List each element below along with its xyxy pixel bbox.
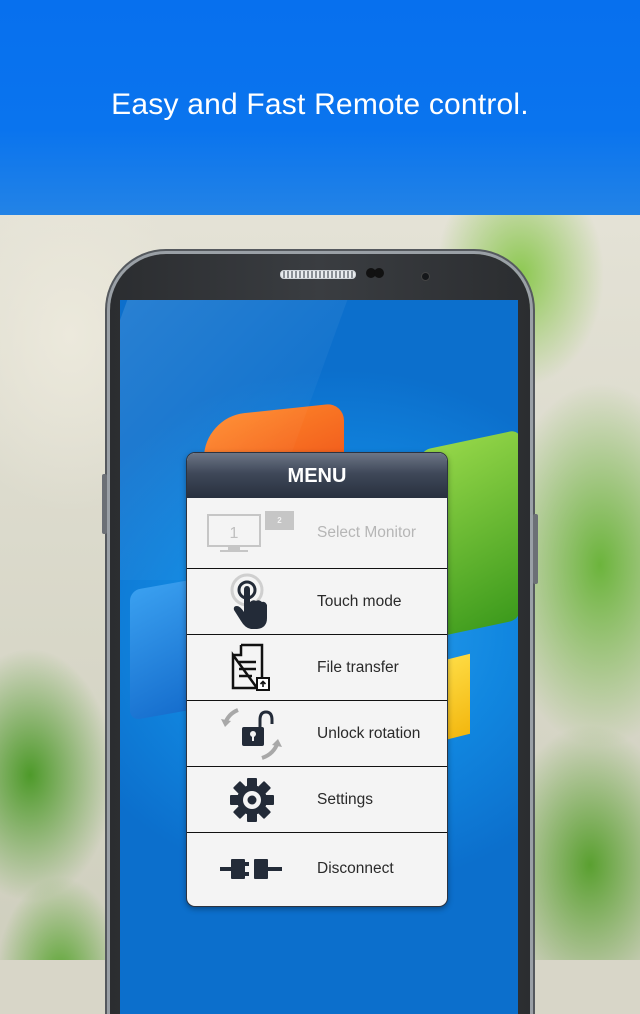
remote-menu: MENU 1 2 Select Monitor Touch mode File …: [186, 452, 448, 907]
banner-title: Easy and Fast Remote control.: [111, 88, 529, 121]
menu-item-label: Disconnect: [317, 860, 394, 877]
gear-icon: [187, 767, 317, 832]
phone-speaker: [280, 270, 356, 279]
menu-item-label: Touch mode: [317, 592, 402, 610]
menu-item-select-monitor[interactable]: 1 2 Select Monitor: [187, 498, 447, 568]
promo-banner: Easy and Fast Remote control.: [0, 0, 640, 215]
menu-item-settings[interactable]: Settings: [187, 766, 447, 832]
phone-sensor: [374, 268, 384, 278]
menu-item-label: Unlock rotation: [317, 724, 421, 742]
phone-side-button: [533, 514, 538, 584]
menu-item-label: Settings: [317, 790, 374, 808]
phone-camera: [421, 272, 430, 281]
monitor-secondary-number: 2: [277, 516, 282, 525]
menu-item-disconnect[interactable]: Disconnect: [187, 832, 447, 905]
menu-item-label: File transfer: [317, 658, 399, 676]
menu-item-unlock-rotation[interactable]: Unlock rotation: [187, 700, 447, 766]
menu-item-label: Select Monitor: [317, 524, 417, 541]
menu-item-file-transfer[interactable]: File transfer: [187, 634, 447, 700]
phone-side-button: [102, 474, 107, 534]
unlock-rotation-icon: [187, 701, 317, 766]
monitor-primary-number: 1: [230, 525, 239, 542]
touch-hand-icon: [187, 569, 317, 634]
menu-title: MENU: [187, 453, 447, 498]
menu-item-touch-mode[interactable]: Touch mode: [187, 568, 447, 634]
file-transfer-icon: [187, 635, 317, 700]
monitor-select-icon: 1 2: [187, 498, 317, 568]
plug-disconnect-icon: [187, 833, 317, 905]
